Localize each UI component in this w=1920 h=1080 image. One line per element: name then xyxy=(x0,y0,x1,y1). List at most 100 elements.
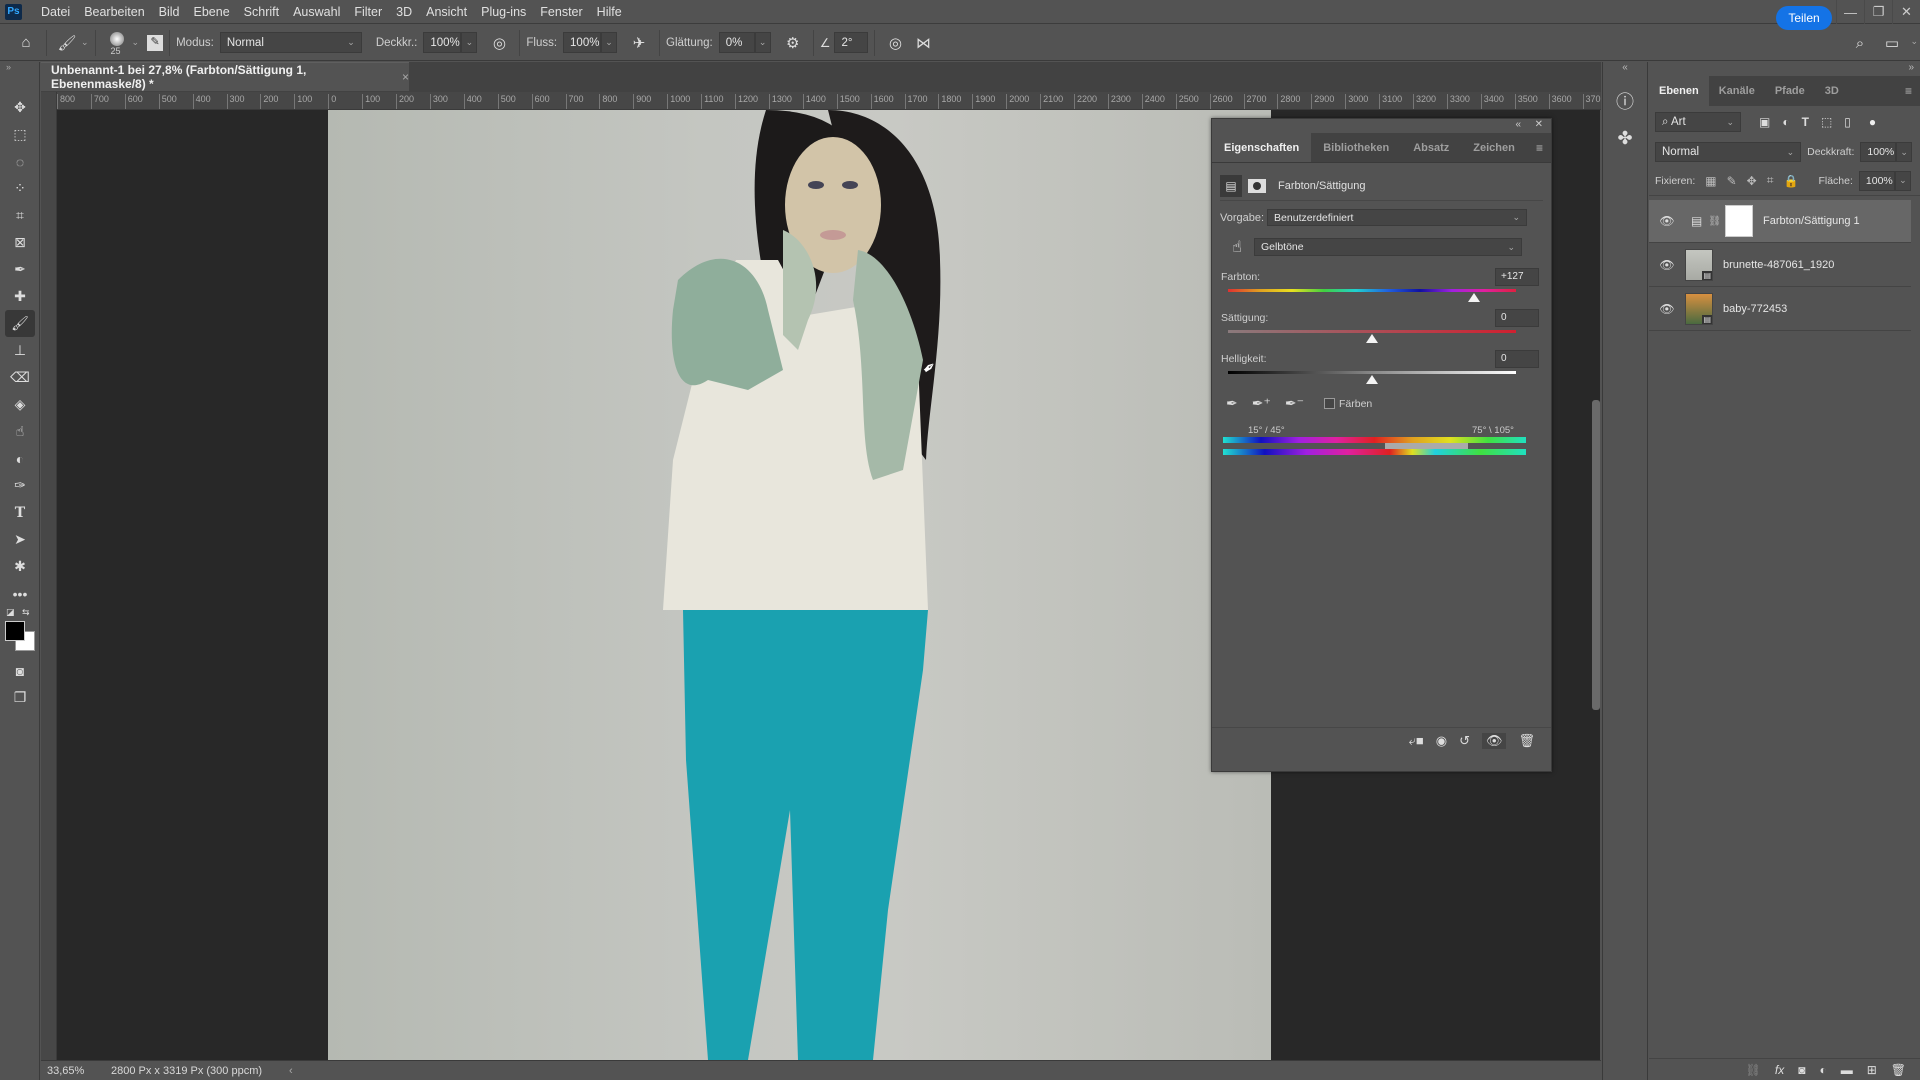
document-info[interactable]: 2800 Px x 3319 Px (300 ppcm) xyxy=(111,1065,281,1077)
menu-schrift[interactable]: Schrift xyxy=(237,5,286,19)
foreground-color-swatch[interactable] xyxy=(5,621,25,641)
close-tab-icon[interactable]: × xyxy=(402,70,409,84)
menu-ansicht[interactable]: Ansicht xyxy=(419,5,474,19)
filter-adjustment-icon[interactable]: ◐ xyxy=(1782,115,1789,129)
screen-mode-icon[interactable]: ❐ xyxy=(0,684,40,711)
colorize-checkbox[interactable] xyxy=(1323,398,1335,409)
fill-input[interactable]: 100% xyxy=(1858,170,1895,191)
targeted-adjustment-hand-icon[interactable]: ☝ xyxy=(1220,237,1254,257)
lightness-slider-thumb[interactable] xyxy=(1366,375,1378,384)
dodge-tool-icon[interactable]: ◐ xyxy=(0,445,40,472)
hue-slider-thumb[interactable] xyxy=(1467,293,1480,302)
clip-to-layer-icon[interactable]: ⤶■ xyxy=(1409,733,1424,749)
lock-transparency-icon[interactable]: ▦ xyxy=(1705,174,1716,188)
eraser-tool-icon[interactable]: ⌫ xyxy=(0,364,40,391)
saturation-slider-thumb[interactable] xyxy=(1366,334,1378,343)
delete-adjustment-icon[interactable]: 🗑 xyxy=(1518,733,1535,749)
menu-fenster[interactable]: Fenster xyxy=(533,5,589,19)
pressure-size-icon[interactable]: ◎ xyxy=(881,29,909,57)
adjustment-icon[interactable]: ▤ xyxy=(1220,174,1242,197)
smoothing-dropdown[interactable]: ⌄ xyxy=(754,32,771,53)
visibility-eye-icon[interactable]: 👁 xyxy=(1649,214,1685,228)
layer-row[interactable]: 👁 ▤ ⛓ Farbton/Sättigung 1 xyxy=(1649,200,1911,243)
quick-mask-icon[interactable]: ◙ xyxy=(0,657,40,684)
lock-pixels-icon[interactable]: ✎ xyxy=(1727,174,1737,188)
tab-3d[interactable]: 3D xyxy=(1815,76,1849,106)
document-canvas[interactable]: ✒ xyxy=(328,110,1271,1060)
smoothing-settings-gear-icon[interactable]: ⚙ xyxy=(779,29,807,57)
share-button[interactable]: Teilen xyxy=(1776,6,1832,30)
adjustments-puzzle-icon[interactable]: ✤ xyxy=(1603,128,1647,149)
mode-select[interactable]: Normal ⌄ xyxy=(219,32,362,53)
brush-angle-input[interactable]: 2° xyxy=(834,32,869,53)
tab-eigenschaften[interactable]: Eigenschaften xyxy=(1212,133,1312,162)
visibility-eye-icon[interactable]: 👁 xyxy=(1649,258,1685,272)
filter-type-icon[interactable]: T xyxy=(1802,115,1809,129)
lock-position-icon[interactable]: ✥ xyxy=(1747,174,1757,188)
toggle-visibility-icon[interactable]: 👁 xyxy=(1481,733,1507,749)
marquee-tool-icon[interactable]: ⬚ xyxy=(0,121,40,148)
document-tab[interactable]: Unbenannt-1 bei 27,8% (Farbton/Sättigung… xyxy=(41,62,409,91)
visibility-eye-icon[interactable]: 👁 xyxy=(1649,302,1685,316)
menu-ebene[interactable]: Ebene xyxy=(187,5,237,19)
frame-tool-icon[interactable]: ⊠ xyxy=(0,229,40,256)
eyedropper-add-icon[interactable]: ✒⁺ xyxy=(1252,395,1271,412)
delete-layer-icon[interactable]: 🗑 xyxy=(1891,1063,1906,1077)
new-group-folder-icon[interactable]: ▬ xyxy=(1841,1063,1853,1077)
lightness-slider[interactable] xyxy=(1228,371,1516,374)
filter-smart-object-icon[interactable]: ▯ xyxy=(1844,115,1851,129)
add-mask-icon[interactable]: ◙ xyxy=(1798,1063,1805,1077)
flow-dropdown[interactable]: ⌄ xyxy=(601,32,618,53)
layer-row[interactable]: 👁 ▤ brunette-487061_1920 xyxy=(1649,244,1911,287)
swap-colors-icon[interactable]: ⇆ xyxy=(22,607,30,618)
menu-bild[interactable]: Bild xyxy=(152,5,187,19)
tab-ebenen[interactable]: Ebenen xyxy=(1649,76,1709,106)
eyedropper-tool-icon[interactable]: ✒ xyxy=(0,256,40,283)
lightness-input[interactable]: 0 xyxy=(1495,350,1539,368)
close-window-button[interactable]: ✕ xyxy=(1892,0,1920,24)
minimize-button[interactable]: — xyxy=(1836,0,1864,24)
brush-settings-panel-icon[interactable]: ✎ xyxy=(147,34,164,51)
hue-input[interactable]: +127 xyxy=(1495,268,1539,286)
default-colors-icon[interactable]: ◪ xyxy=(6,607,15,618)
chevron-down-icon[interactable]: ⌄ xyxy=(81,37,89,48)
chevron-down-icon[interactable]: ⌄ xyxy=(1910,36,1918,47)
layer-row[interactable]: 👁 ▤ baby-772453 xyxy=(1649,288,1911,331)
path-selection-tool-icon[interactable]: ➤ xyxy=(0,526,40,553)
pen-tool-icon[interactable]: ✑ xyxy=(0,472,40,499)
fill-dropdown[interactable]: ⌄ xyxy=(1894,170,1911,191)
layer-filter-select[interactable]: ⌕ Art ⌄ xyxy=(1655,112,1741,132)
eyedropper-subtract-icon[interactable]: ✒⁻ xyxy=(1285,395,1304,412)
expand-toolbar-icon[interactable]: » xyxy=(0,62,39,76)
brush-tool-icon[interactable]: 🖌 xyxy=(5,310,35,337)
crop-tool-icon[interactable]: ⌗ xyxy=(0,202,40,229)
workspace-layout-icon[interactable]: ▭ xyxy=(1878,29,1906,57)
eyedropper-icon[interactable]: ✒ xyxy=(1226,395,1238,412)
blend-mode-select[interactable]: Normal ⌄ xyxy=(1655,142,1802,162)
menu-bearbeiten[interactable]: Bearbeiten xyxy=(77,5,151,19)
lock-all-icon[interactable]: 🔒 xyxy=(1784,174,1799,188)
menu-hilfe[interactable]: Hilfe xyxy=(590,5,629,19)
lasso-tool-icon[interactable]: ◌ xyxy=(0,148,40,175)
tab-bibliotheken[interactable]: Bibliotheken xyxy=(1311,133,1401,162)
new-adjustment-layer-icon[interactable]: ◐ xyxy=(1819,1063,1826,1077)
close-panel-icon[interactable]: ✕ xyxy=(1535,119,1543,130)
filter-shape-icon[interactable]: ⬚ xyxy=(1821,115,1832,129)
healing-brush-tool-icon[interactable]: ✚ xyxy=(0,283,40,310)
type-tool-icon[interactable]: T xyxy=(0,499,40,526)
info-icon[interactable]: ⓘ xyxy=(1603,88,1647,114)
layers-menu-icon[interactable]: ≡ xyxy=(1897,76,1920,106)
menu-datei[interactable]: Datei xyxy=(34,5,77,19)
clone-stamp-tool-icon[interactable]: ⊥ xyxy=(0,337,40,364)
lock-artboard-icon[interactable]: ⌗ xyxy=(1767,173,1774,188)
symmetry-butterfly-icon[interactable]: ⋈ xyxy=(909,29,937,57)
smudge-tool-icon[interactable]: ☝ xyxy=(0,418,40,445)
panel-menu-icon[interactable]: ≡ xyxy=(1528,133,1551,162)
view-previous-state-icon[interactable]: ◉ xyxy=(1436,733,1447,749)
pressure-opacity-icon[interactable]: ◎ xyxy=(485,29,513,57)
move-tool-icon[interactable]: ✥ xyxy=(0,94,40,121)
tab-pfade[interactable]: Pfade xyxy=(1765,76,1815,106)
saturation-slider[interactable] xyxy=(1228,330,1516,333)
channel-select[interactable]: Gelbtöne ⌄ xyxy=(1254,238,1522,256)
zoom-level[interactable]: 33,65% xyxy=(47,1065,97,1077)
